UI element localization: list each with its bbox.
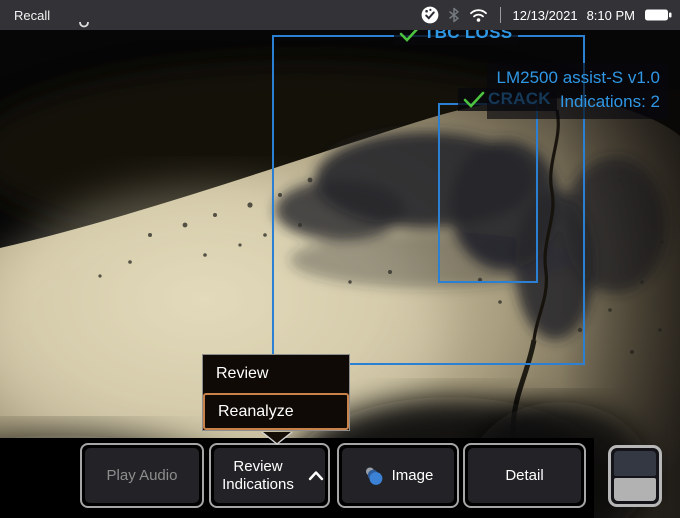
status-time: 8:10 PM <box>587 8 635 23</box>
image-burst-icon <box>363 465 385 487</box>
detail-label: Detail <box>505 467 543 485</box>
detection-box-crack[interactable] <box>438 103 538 283</box>
analysis-info-panel: LM2500 assist-S v1.0 Indications: 2 <box>487 63 668 119</box>
indications-count: Indications: 2 <box>497 90 660 114</box>
connect-icon <box>421 6 439 24</box>
menu-item-reanalyze[interactable]: Reanalyze <box>203 393 349 430</box>
stray-text-fragment <box>78 20 90 31</box>
status-date: 12/13/2021 <box>513 8 578 23</box>
menu-item-review[interactable]: Review <box>203 355 349 393</box>
wifi-icon <box>469 8 488 23</box>
detail-button[interactable]: Detail <box>463 443 586 508</box>
chevron-up-icon <box>308 470 324 481</box>
status-bar: Recall <box>0 0 680 30</box>
battery-icon <box>644 8 672 22</box>
screen-title: Recall <box>0 8 50 23</box>
split-screen-toggle-button[interactable] <box>608 445 662 507</box>
menu-caret-icon <box>260 431 294 446</box>
review-indications-button[interactable]: Review Indications <box>209 443 330 508</box>
check-icon <box>462 90 486 109</box>
toggle-top-pane <box>614 451 656 476</box>
play-audio-label: Play Audio <box>107 467 178 485</box>
review-indications-label: Review Indications <box>215 458 301 493</box>
status-icons: 12/13/2021 8:10 PM <box>421 0 673 30</box>
analysis-name: LM2500 assist-S v1.0 <box>497 66 660 90</box>
statusbar-divider <box>500 7 501 23</box>
play-audio-button[interactable]: Play Audio <box>80 443 204 508</box>
dropdown-menu: Review Reanalyze <box>202 354 350 431</box>
toggle-bottom-pane <box>614 478 656 501</box>
bluetooth-icon <box>448 7 460 23</box>
image-label: Image <box>392 467 434 485</box>
image-button[interactable]: Image <box>337 443 459 508</box>
device-screen: Recall <box>0 0 680 518</box>
